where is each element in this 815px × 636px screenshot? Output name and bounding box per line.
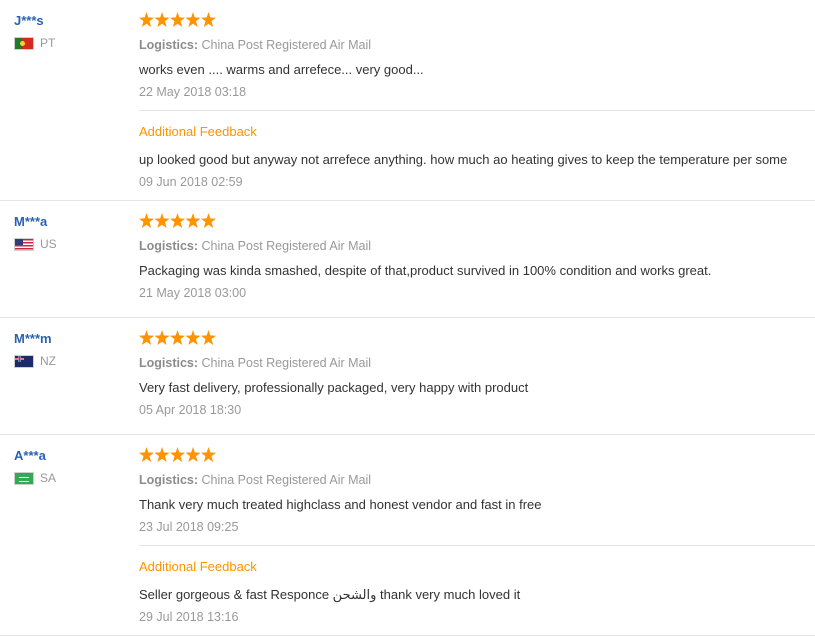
reviewer-info: M***m NZ (14, 330, 124, 368)
logistics-value: China Post Registered Air Mail (201, 356, 372, 370)
reviewer-country: SA (14, 471, 124, 485)
reviewer-info: J***s PT (14, 12, 124, 50)
star-icon (154, 213, 170, 228)
star-icon (185, 447, 201, 462)
logistics-label: Logistics: (139, 356, 199, 370)
additional-feedback-date: 29 Jul 2018 13:16 (139, 610, 239, 624)
logistics-info: Logistics: China Post Registered Air Mai… (139, 37, 815, 53)
logistics-label: Logistics: (139, 38, 199, 52)
review-item: M***a US Logistics: China Post Registere… (0, 201, 815, 318)
star-icon (139, 12, 154, 27)
additional-feedback: Additional Feedback up looked good but a… (139, 110, 815, 202)
review-item: M***m NZ Logistics: China Post Registere… (0, 318, 815, 435)
review-item: J***s PT Logistics: China Post Registere… (0, 0, 815, 201)
additional-feedback-title: Additional Feedback (139, 559, 257, 574)
review-content: Logistics: China Post Registered Air Mai… (139, 330, 815, 418)
logistics-value: China Post Registered Air Mail (201, 473, 372, 487)
star-icon (185, 213, 201, 228)
reviewer-info: A***a SA (14, 447, 124, 485)
review-text: works even .... warms and arrefece... ve… (139, 62, 424, 77)
star-icon (201, 447, 216, 462)
logistics-value: China Post Registered Air Mail (201, 38, 372, 52)
star-icon (139, 213, 154, 228)
star-icon (170, 213, 185, 228)
star-rating (139, 330, 815, 348)
star-icon (139, 447, 154, 462)
review-content: Logistics: China Post Registered Air Mai… (139, 213, 815, 301)
country-code: US (40, 237, 57, 251)
review-date: 22 May 2018 03:18 (139, 85, 247, 99)
review-text: Packaging was kinda smashed, despite of … (139, 263, 712, 278)
review-date: 21 May 2018 03:00 (139, 286, 247, 300)
country-code: SA (40, 471, 57, 485)
logistics-label: Logistics: (139, 473, 199, 487)
logistics-label: Logistics: (139, 239, 199, 253)
star-icon (185, 12, 201, 27)
review-text: Thank very much treated highclass and ho… (139, 497, 542, 512)
new-zealand-flag-icon (14, 354, 34, 368)
star-rating (139, 213, 815, 231)
reviews-list: J***s PT Logistics: China Post Registere… (0, 0, 815, 636)
additional-feedback-title: Additional Feedback (139, 124, 257, 139)
star-icon (170, 12, 185, 27)
review-content: Logistics: China Post Registered Air Mai… (139, 12, 815, 100)
star-icon (154, 447, 170, 462)
review-text: Very fast delivery, professionally packa… (139, 380, 529, 395)
logistics-info: Logistics: China Post Registered Air Mai… (139, 355, 815, 371)
star-icon (201, 12, 216, 27)
portugal-flag-icon (14, 36, 34, 50)
star-icon (201, 213, 216, 228)
star-icon (139, 330, 154, 345)
additional-feedback-text: up looked good but anyway not arrefece a… (139, 152, 788, 167)
reviewer-name[interactable]: J***s (14, 12, 124, 30)
star-rating (139, 12, 815, 30)
review-item: A***a SA Logistics: China Post Registere… (0, 435, 815, 636)
reviewer-name[interactable]: M***m (14, 330, 124, 348)
reviewer-info: M***a US (14, 213, 124, 251)
star-icon (154, 330, 170, 345)
additional-feedback-text: Seller gorgeous & fast Responce والشحن t… (139, 587, 521, 602)
country-code: PT (40, 36, 56, 50)
logistics-value: China Post Registered Air Mail (201, 239, 372, 253)
reviewer-name[interactable]: A***a (14, 447, 124, 465)
usa-flag-icon (14, 237, 34, 251)
star-icon (170, 330, 185, 345)
reviewer-country: PT (14, 36, 124, 50)
logistics-info: Logistics: China Post Registered Air Mai… (139, 238, 815, 254)
additional-feedback-date: 09 Jun 2018 02:59 (139, 175, 243, 189)
star-rating (139, 447, 815, 465)
review-content: Logistics: China Post Registered Air Mai… (139, 447, 815, 535)
country-code: NZ (40, 354, 56, 368)
review-date: 23 Jul 2018 09:25 (139, 520, 239, 534)
star-icon (201, 330, 216, 345)
review-date: 05 Apr 2018 18:30 (139, 403, 242, 417)
star-icon (185, 330, 201, 345)
saudi-arabia-flag-icon (14, 471, 34, 485)
reviewer-country: NZ (14, 354, 124, 368)
reviewer-country: US (14, 237, 124, 251)
logistics-info: Logistics: China Post Registered Air Mai… (139, 472, 815, 488)
star-icon (154, 12, 170, 27)
reviewer-name[interactable]: M***a (14, 213, 124, 231)
star-icon (170, 447, 185, 462)
additional-feedback: Additional Feedback Seller gorgeous & fa… (139, 545, 815, 636)
